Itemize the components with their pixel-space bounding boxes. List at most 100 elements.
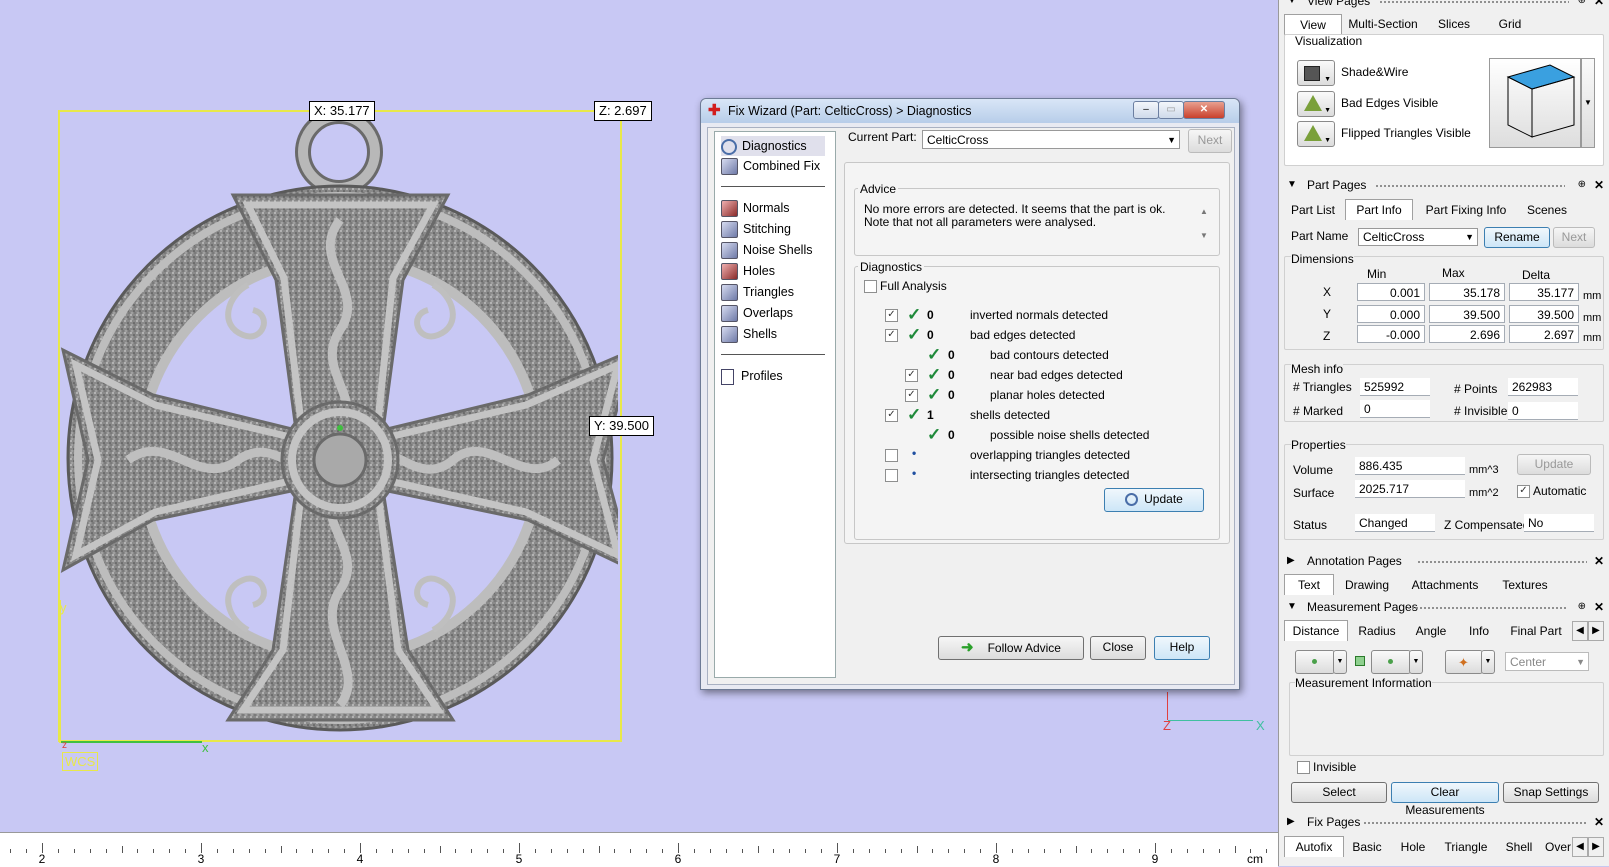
close-icon[interactable]: ✕ bbox=[1594, 813, 1604, 831]
tab-view[interactable]: View bbox=[1284, 14, 1342, 35]
current-part-select[interactable]: CelticCross ▼ bbox=[922, 130, 1180, 149]
tab-scroll-left[interactable]: ◀ bbox=[1572, 621, 1588, 641]
nav-stitching[interactable]: Stitching bbox=[721, 219, 791, 239]
tab-autofix[interactable]: Autofix bbox=[1284, 836, 1344, 857]
next-button[interactable]: Next bbox=[1188, 129, 1232, 153]
center-select[interactable]: Center ▼ bbox=[1505, 652, 1589, 671]
point-a-button[interactable] bbox=[1295, 650, 1335, 674]
x-max-field[interactable]: 35.178 bbox=[1429, 283, 1505, 301]
nav-overlaps[interactable]: Overlaps bbox=[721, 303, 793, 323]
nav-combined-fix[interactable]: Combined Fix bbox=[721, 156, 820, 176]
view-cube[interactable] bbox=[1489, 58, 1581, 148]
part-name-select[interactable]: CelticCross ▼ bbox=[1358, 228, 1478, 246]
nav-profiles[interactable]: Profiles bbox=[721, 366, 783, 386]
row-checkbox-overlapping[interactable] bbox=[885, 449, 898, 462]
z-delta-field[interactable]: 2.697 bbox=[1509, 325, 1579, 343]
shade-wire-button[interactable]: ▼ bbox=[1297, 60, 1335, 86]
z-max-field[interactable]: 2.696 bbox=[1429, 325, 1505, 343]
z-min-field[interactable]: -0.000 bbox=[1357, 325, 1425, 343]
tab-basic[interactable]: Basic bbox=[1347, 837, 1387, 857]
view-pages-header[interactable]: ▼ View Pages ⊕ ✕ bbox=[1279, 0, 1609, 10]
nav-noise-shells[interactable]: Noise Shells bbox=[721, 240, 812, 260]
y-delta-field[interactable]: 39.500 bbox=[1509, 305, 1579, 323]
point-b-dropdown[interactable]: ▼ bbox=[1409, 650, 1423, 674]
tab-part-info[interactable]: Part Info bbox=[1345, 199, 1413, 220]
tab-scenes[interactable]: Scenes bbox=[1519, 200, 1575, 220]
annotation-pages-header[interactable]: ▶ Annotation Pages ✕ bbox=[1279, 552, 1609, 570]
part-pages-header[interactable]: ▼ Part Pages ⊕ ✕ bbox=[1279, 176, 1609, 194]
row-checkbox-bad-edges[interactable]: ✓ bbox=[885, 329, 898, 342]
celtic-cross-model[interactable] bbox=[58, 110, 618, 740]
point-b-button[interactable] bbox=[1371, 650, 1411, 674]
points-field[interactable]: 262983 bbox=[1508, 378, 1578, 396]
row-checkbox-intersecting[interactable] bbox=[885, 469, 898, 482]
nav-diagnostics[interactable]: Diagnostics bbox=[721, 136, 825, 156]
row-checkbox-near-bad-edges[interactable]: ✓ bbox=[905, 369, 918, 382]
tab-part-list[interactable]: Part List bbox=[1283, 200, 1343, 220]
y-min-field[interactable]: 0.000 bbox=[1357, 305, 1425, 323]
point-a-dropdown[interactable]: ▼ bbox=[1333, 650, 1347, 674]
tab-textures[interactable]: Textures bbox=[1493, 575, 1557, 595]
nav-normals[interactable]: Normals bbox=[721, 198, 790, 218]
close-icon[interactable]: ✕ bbox=[1594, 176, 1604, 194]
view-cube-dropdown[interactable]: ▼ bbox=[1581, 58, 1595, 148]
tab-distance[interactable]: Distance bbox=[1284, 620, 1348, 641]
close-icon[interactable]: ✕ bbox=[1594, 0, 1604, 10]
select-button[interactable]: Select bbox=[1291, 782, 1387, 803]
bad-edges-button[interactable]: ▼ bbox=[1297, 91, 1335, 117]
invisible-field[interactable]: 0 bbox=[1508, 402, 1578, 420]
help-button[interactable]: Help bbox=[1154, 636, 1210, 660]
nav-holes[interactable]: Holes bbox=[721, 261, 775, 281]
flipped-triangles-button[interactable]: ▼ bbox=[1297, 121, 1335, 147]
surface-field[interactable]: 2025.717 bbox=[1355, 480, 1465, 498]
invisible-checkbox[interactable] bbox=[1297, 761, 1310, 774]
tab-triangle[interactable]: Triangle bbox=[1439, 837, 1493, 857]
marked-field[interactable]: 0 bbox=[1360, 400, 1430, 418]
tab-slices[interactable]: Slices bbox=[1429, 14, 1479, 34]
dialog-titlebar[interactable]: ✚ Fix Wizard (Part: CelticCross) > Diagn… bbox=[701, 99, 1239, 123]
tab-attachments[interactable]: Attachments bbox=[1403, 575, 1487, 595]
row-checkbox-planar-holes[interactable]: ✓ bbox=[905, 389, 918, 402]
y-max-field[interactable]: 39.500 bbox=[1429, 305, 1505, 323]
close-button[interactable]: Close bbox=[1090, 636, 1146, 660]
tab-shell[interactable]: Shell bbox=[1499, 837, 1539, 857]
tab-over[interactable]: Over bbox=[1543, 837, 1573, 857]
close-icon[interactable]: ✕ bbox=[1594, 598, 1604, 616]
advice-scrollbar[interactable]: ▲ ▼ bbox=[1198, 200, 1210, 248]
tab-text[interactable]: Text bbox=[1284, 574, 1334, 595]
volume-field[interactable]: 886.435 bbox=[1355, 457, 1465, 475]
tab-info[interactable]: Info bbox=[1459, 621, 1499, 641]
z-compensated-field[interactable]: No bbox=[1524, 514, 1594, 532]
snap-mode-dropdown[interactable]: ▼ bbox=[1481, 650, 1495, 674]
close-icon[interactable]: ✕ bbox=[1594, 552, 1604, 570]
properties-update-button[interactable]: Update bbox=[1517, 454, 1591, 475]
tab-part-fixing-info[interactable]: Part Fixing Info bbox=[1417, 200, 1515, 220]
nav-shells[interactable]: Shells bbox=[721, 324, 777, 344]
tab-radius[interactable]: Radius bbox=[1351, 621, 1403, 641]
status-field[interactable]: Changed bbox=[1355, 514, 1435, 532]
tab-drawing[interactable]: Drawing bbox=[1339, 575, 1395, 595]
full-analysis-checkbox[interactable] bbox=[864, 280, 877, 293]
row-checkbox-inverted-normals[interactable]: ✓ bbox=[885, 309, 898, 322]
follow-advice-button[interactable]: ➜ Follow Advice bbox=[938, 636, 1084, 660]
measurement-pages-header[interactable]: ▼ Measurement Pages ⊕ ✕ bbox=[1279, 598, 1609, 616]
minimize-button[interactable]: ‒ bbox=[1133, 101, 1159, 119]
tab-multi-section[interactable]: Multi-Section bbox=[1343, 14, 1423, 34]
fix-pages-header[interactable]: ▶ Fix Pages ✕ bbox=[1279, 813, 1609, 831]
maximize-button[interactable]: ▭ bbox=[1158, 101, 1184, 119]
row-checkbox-shells[interactable]: ✓ bbox=[885, 409, 898, 422]
x-min-field[interactable]: 0.001 bbox=[1357, 283, 1425, 301]
tab-hole[interactable]: Hole bbox=[1395, 837, 1431, 857]
triangles-field[interactable]: 525992 bbox=[1360, 378, 1430, 396]
close-window-button[interactable]: ✕ bbox=[1183, 101, 1225, 119]
nav-triangles[interactable]: Triangles bbox=[721, 282, 794, 302]
rename-button[interactable]: Rename bbox=[1484, 227, 1550, 248]
tab-angle[interactable]: Angle bbox=[1407, 621, 1455, 641]
snap-mode-button[interactable]: ✦ bbox=[1445, 650, 1483, 674]
update-button[interactable]: Update bbox=[1104, 488, 1204, 512]
clear-measurements-button[interactable]: Clear Measurements bbox=[1391, 782, 1499, 817]
next-part-button[interactable]: Next bbox=[1553, 227, 1595, 248]
x-delta-field[interactable]: 35.177 bbox=[1509, 283, 1579, 301]
snap-settings-button[interactable]: Snap Settings bbox=[1503, 782, 1599, 803]
automatic-checkbox[interactable]: ✓ bbox=[1517, 485, 1530, 498]
